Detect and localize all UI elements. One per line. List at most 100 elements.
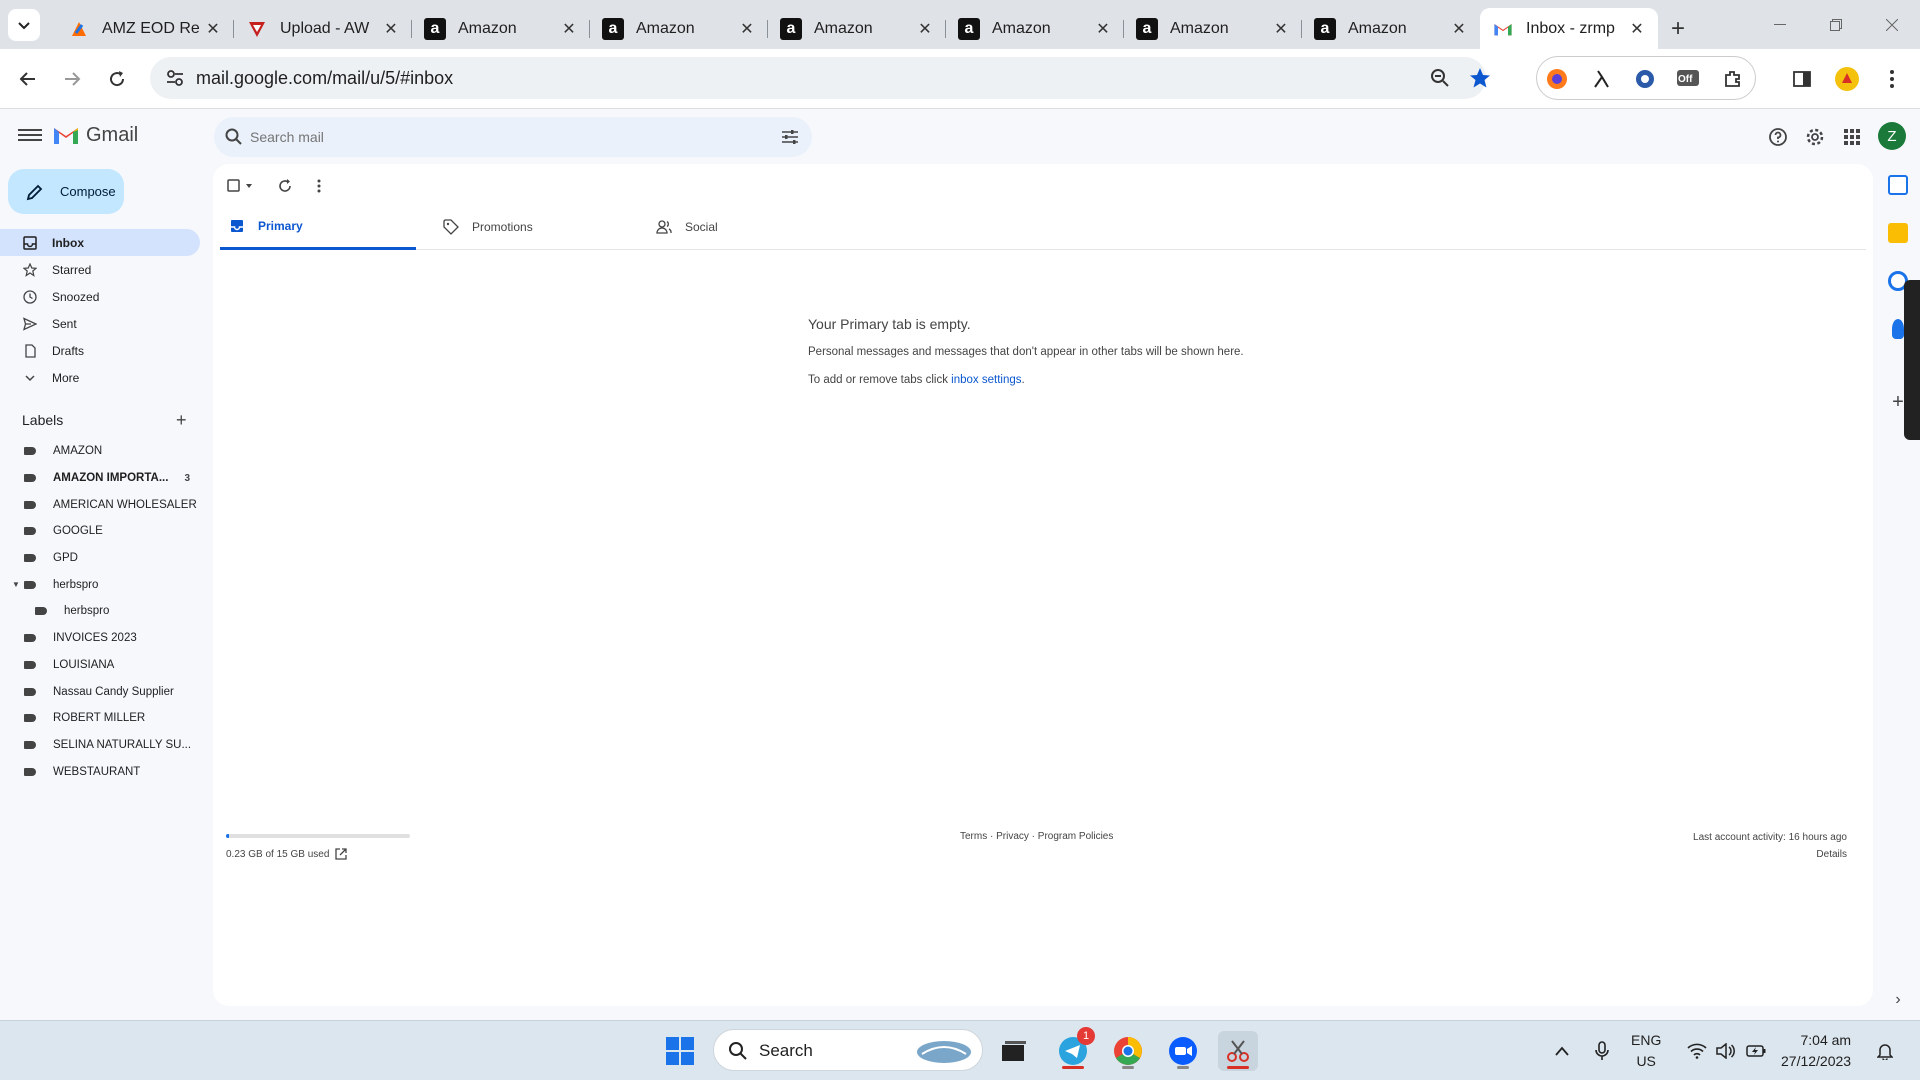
browser-tab[interactable]: a Amazon ✕ — [1124, 8, 1302, 49]
footer-links[interactable]: Terms · Privacy · Program Policies — [960, 831, 1113, 842]
search-bar[interactable] — [214, 117, 812, 157]
keep-icon[interactable] — [1888, 223, 1908, 243]
label-item[interactable]: GPD — [0, 545, 200, 572]
browser-tab[interactable]: a Amazon ✕ — [412, 8, 590, 49]
restore-button[interactable] — [1808, 0, 1864, 49]
browser-tab[interactable]: a Amazon ✕ — [946, 8, 1124, 49]
task-view-button[interactable] — [994, 1031, 1034, 1071]
label-item[interactable]: INVOICES 2023 — [0, 625, 200, 652]
microphone-button[interactable] — [1590, 1031, 1614, 1071]
google-apps-button[interactable] — [1840, 125, 1864, 149]
taskbar-clock[interactable]: 7:04 am 27/12/2023 — [1781, 1030, 1851, 1072]
input-language[interactable]: ENG US — [1631, 1030, 1661, 1072]
tab-promotions[interactable]: Promotions — [434, 204, 614, 250]
more-actions-button[interactable] — [307, 174, 331, 198]
zoom-app[interactable] — [1163, 1031, 1203, 1071]
label-item[interactable]: LOUISIANA — [0, 652, 200, 679]
close-tab-icon[interactable]: ✕ — [738, 19, 756, 39]
label-item[interactable]: AMAZON — [0, 438, 200, 465]
close-tab-icon[interactable]: ✕ — [204, 19, 222, 39]
volume-button[interactable] — [1714, 1031, 1738, 1071]
nav-item-snoozed[interactable]: Snoozed — [0, 283, 200, 310]
search-options-icon[interactable] — [780, 127, 800, 147]
create-label-button[interactable]: + — [176, 410, 187, 431]
close-tab-icon[interactable]: ✕ — [1450, 19, 1468, 39]
profile-button[interactable] — [1831, 63, 1863, 95]
nav-item-drafts[interactable]: Drafts — [0, 337, 200, 364]
extension-firefox-icon[interactable] — [1544, 66, 1570, 92]
label-item[interactable]: ▼ herbspro — [0, 571, 200, 598]
nav-item-starred[interactable]: Starred — [0, 256, 200, 283]
browser-tab[interactable]: a Amazon ✕ — [590, 8, 768, 49]
browser-tab[interactable]: a Amazon ✕ — [1302, 8, 1480, 49]
extension-lambda-icon[interactable] — [1588, 66, 1614, 92]
settings-button[interactable] — [1803, 125, 1827, 149]
url-text[interactable]: mail.google.com/mail/u/5/#inbox — [196, 68, 453, 89]
external-link-icon[interactable] — [335, 848, 348, 860]
site-info-icon[interactable] — [164, 67, 186, 89]
label-item[interactable]: WEBSTAURANT — [0, 758, 200, 785]
telegram-app[interactable]: 1 — [1053, 1027, 1095, 1071]
back-button[interactable] — [12, 63, 44, 95]
gmail-logo-icon[interactable] — [52, 124, 80, 146]
show-hidden-icons-button[interactable] — [1550, 1031, 1574, 1071]
start-button[interactable] — [660, 1031, 700, 1071]
close-tab-icon[interactable]: ✕ — [916, 19, 934, 39]
refresh-button[interactable] — [273, 174, 297, 198]
taskbar-search[interactable]: Search — [713, 1029, 983, 1071]
close-tab-icon[interactable]: ✕ — [1272, 19, 1290, 39]
label-item[interactable]: AMAZON IMPORTA... 3 — [0, 465, 200, 492]
close-window-button[interactable] — [1864, 0, 1920, 49]
snipping-tool-app[interactable] — [1218, 1031, 1258, 1071]
label-item[interactable]: SELINA NATURALLY SU... — [0, 732, 200, 759]
close-tab-icon[interactable]: ✕ — [560, 19, 578, 39]
extensions-menu-button[interactable] — [1720, 66, 1746, 92]
label-item[interactable]: ROBERT MILLER — [0, 705, 200, 732]
reload-button[interactable] — [101, 63, 133, 95]
browser-menu-button[interactable] — [1876, 63, 1908, 95]
tab-social[interactable]: Social — [647, 204, 827, 250]
bookmark-button[interactable] — [1468, 66, 1492, 90]
forward-button[interactable] — [56, 63, 88, 95]
nav-item-sent[interactable]: Sent — [0, 310, 200, 337]
close-tab-icon[interactable]: ✕ — [1094, 19, 1112, 39]
account-avatar[interactable]: Z — [1878, 122, 1906, 150]
browser-tab[interactable]: AMZ EOD Re ✕ — [56, 8, 234, 49]
gmail-wordmark[interactable]: Gmail — [86, 124, 138, 147]
nav-item-more[interactable]: More — [0, 364, 200, 391]
select-all-checkbox[interactable] — [227, 174, 257, 198]
search-icon[interactable] — [224, 127, 244, 147]
wifi-button[interactable] — [1685, 1031, 1709, 1071]
main-menu-button[interactable] — [18, 126, 42, 146]
notifications-button[interactable] — [1873, 1031, 1897, 1071]
label-item[interactable]: herbspro — [0, 598, 200, 625]
support-button[interactable] — [1766, 125, 1790, 149]
inbox-settings-link[interactable]: inbox settings — [951, 374, 1021, 386]
close-tab-icon[interactable]: ✕ — [382, 19, 400, 39]
browser-tab[interactable]: a Amazon ✕ — [768, 8, 946, 49]
side-panel-button[interactable] — [1786, 63, 1818, 95]
tab-search-button[interactable] — [8, 9, 40, 41]
tab-primary[interactable]: Primary — [220, 204, 416, 250]
expand-caret-icon[interactable]: ▼ — [12, 580, 20, 589]
new-tab-button[interactable]: + — [1658, 8, 1698, 49]
chrome-app[interactable] — [1108, 1031, 1148, 1071]
search-input[interactable] — [250, 125, 730, 149]
close-tab-icon[interactable]: ✕ — [1628, 19, 1646, 39]
address-bar[interactable]: mail.google.com/mail/u/5/#inbox — [150, 57, 1490, 99]
browser-tab[interactable]: Upload - AW ✕ — [234, 8, 412, 49]
battery-button[interactable] — [1744, 1031, 1768, 1071]
label-item[interactable]: Nassau Candy Supplier — [0, 678, 200, 705]
browser-tab[interactable]: Inbox - zrmp ✕ — [1480, 8, 1658, 49]
minimize-button[interactable] — [1752, 0, 1808, 49]
nav-item-inbox[interactable]: Inbox — [0, 229, 200, 256]
compose-button[interactable]: Compose — [8, 169, 124, 214]
zoom-button[interactable] — [1428, 66, 1452, 90]
contacts-icon[interactable] — [1892, 319, 1904, 339]
extension-off-toggle[interactable]: Off — [1675, 66, 1701, 92]
chevron-right-icon[interactable]: › — [1888, 990, 1908, 1010]
label-item[interactable]: AMERICAN WHOLESALER — [0, 491, 200, 518]
extension-helper-icon[interactable] — [1632, 66, 1658, 92]
label-item[interactable]: GOOGLE — [0, 518, 200, 545]
calendar-icon[interactable] — [1888, 175, 1908, 195]
